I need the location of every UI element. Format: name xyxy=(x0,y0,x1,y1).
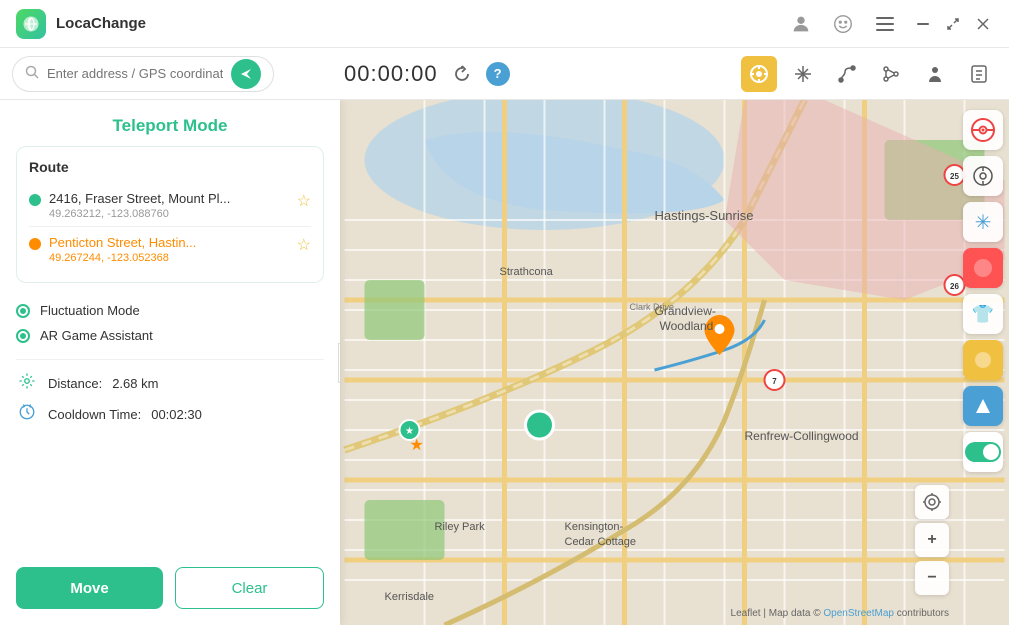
emoji-button[interactable] xyxy=(829,10,857,38)
fluctuation-mode-option[interactable]: Fluctuation Mode xyxy=(16,303,324,318)
search-send-button[interactable] xyxy=(231,59,261,89)
ar-game-option[interactable]: AR Game Assistant xyxy=(16,328,324,343)
help-button[interactable]: ? xyxy=(486,62,510,86)
move-button[interactable]: Move xyxy=(16,567,163,609)
branch-mode-button[interactable] xyxy=(873,56,909,92)
zoom-in-button[interactable]: + xyxy=(915,523,949,557)
pokeball-button[interactable] xyxy=(963,110,1003,150)
cooldown-item: Cooldown Time: 00:02:30 xyxy=(16,403,324,426)
route-from-dot xyxy=(29,194,41,206)
map-attribution: Leaflet | Map data © OpenStreetMap contr… xyxy=(731,608,949,619)
svg-text:Cedar Cottage: Cedar Cottage xyxy=(565,536,637,548)
action-buttons: Move Clear xyxy=(0,551,340,625)
divider-1 xyxy=(16,359,324,360)
fluctuation-mode-label: Fluctuation Mode xyxy=(40,303,140,318)
title-bar-left: LocaChange xyxy=(16,9,146,39)
route-to-coords: 49.267244, -123.052368 xyxy=(49,252,289,264)
ar-game-dot xyxy=(16,329,30,343)
distance-icon xyxy=(16,372,38,395)
avatar-button[interactable] xyxy=(787,10,815,38)
toggle-button[interactable] xyxy=(963,432,1003,472)
route-from-star-button[interactable]: ☆ xyxy=(297,191,311,211)
map-data-credit: | Map data © xyxy=(763,608,823,619)
timer-display: 00:00:00 xyxy=(344,61,438,87)
route-from-coords: 49.263212, -123.088760 xyxy=(49,208,289,220)
left-panel: ‹ Teleport Mode Route 2416, Fraser Stree… xyxy=(0,100,340,625)
leaflet-credit: Leaflet xyxy=(731,608,761,619)
cooldown-label: Cooldown Time: xyxy=(48,407,141,422)
map-controls: + − xyxy=(915,485,949,595)
osm-link[interactable]: OpenStreetMap xyxy=(823,608,894,619)
panel-collapse-button[interactable]: ‹ xyxy=(338,343,340,383)
move-mode-button[interactable] xyxy=(785,56,821,92)
svg-text:7: 7 xyxy=(772,377,777,386)
svg-text:Hastings-Sunrise: Hastings-Sunrise xyxy=(655,208,754,223)
minimize-button[interactable] xyxy=(913,14,933,34)
route-to-item: Penticton Street, Hastin... 49.267244, -… xyxy=(29,226,311,270)
distance-label: Distance: xyxy=(48,376,102,391)
search-container xyxy=(12,56,274,92)
svg-text:Strathcona: Strathcona xyxy=(500,266,554,278)
fluctuation-mode-dot xyxy=(16,304,30,318)
svg-text:Renfrew-Collingwood: Renfrew-Collingwood xyxy=(745,429,859,443)
menu-button[interactable] xyxy=(871,10,899,38)
svg-text:Riley Park: Riley Park xyxy=(435,521,486,533)
svg-text:Kerrisdale: Kerrisdale xyxy=(385,591,435,603)
teleport-mode-button[interactable] xyxy=(741,56,777,92)
close-button[interactable] xyxy=(973,14,993,34)
potion-button[interactable] xyxy=(963,340,1003,380)
zoom-out-button[interactable]: − xyxy=(915,561,949,595)
map-container[interactable]: ★ ★ Hastings-Sunrise Grandview- Woodland… xyxy=(340,100,1009,625)
ar-game-label: AR Game Assistant xyxy=(40,328,153,343)
compass-button[interactable] xyxy=(963,156,1003,196)
timer-refresh-button[interactable] xyxy=(448,60,476,88)
options-section: Fluctuation Mode AR Game Assistant xyxy=(0,293,340,353)
contributors-text: contributors xyxy=(897,608,949,619)
route-from-text: 2416, Fraser Street, Mount Pl... 49.2632… xyxy=(49,191,289,220)
title-bar-right xyxy=(787,10,993,38)
cooldown-icon xyxy=(16,403,38,426)
svg-text:★: ★ xyxy=(405,426,414,437)
route-from-name: 2416, Fraser Street, Mount Pl... xyxy=(49,191,289,206)
right-sidebar: ✳ 👕 xyxy=(957,100,1009,625)
svg-text:Woodland: Woodland xyxy=(660,319,714,333)
search-icon xyxy=(25,65,39,82)
svg-text:★: ★ xyxy=(410,437,424,454)
info-section: Distance: 2.68 km Cooldown Time: 00:02:3… xyxy=(0,366,340,432)
main-content: ‹ Teleport Mode Route 2416, Fraser Stree… xyxy=(0,100,1009,625)
app-title: LocaChange xyxy=(56,15,146,32)
route-to-text: Penticton Street, Hastin... 49.267244, -… xyxy=(49,235,289,264)
toolbar-right xyxy=(741,56,997,92)
toggle-switch xyxy=(965,442,1001,462)
svg-text:Kensington-: Kensington- xyxy=(565,521,624,533)
maximize-button[interactable] xyxy=(943,14,963,34)
snowflake-button[interactable]: ✳ xyxy=(963,202,1003,242)
arrow-button[interactable] xyxy=(963,386,1003,426)
route-to-star-button[interactable]: ☆ xyxy=(297,235,311,255)
person-mode-button[interactable] xyxy=(917,56,953,92)
distance-item: Distance: 2.68 km xyxy=(16,372,324,395)
search-input[interactable] xyxy=(47,66,223,81)
shirt-button[interactable]: 👕 xyxy=(963,294,1003,334)
toolbar: 00:00:00 ? xyxy=(0,48,1009,100)
red-circle-button[interactable] xyxy=(963,248,1003,288)
distance-value: 2.68 km xyxy=(112,376,158,391)
history-button[interactable] xyxy=(961,56,997,92)
route-from-item: 2416, Fraser Street, Mount Pl... 49.2632… xyxy=(29,185,311,226)
svg-text:Clark Drive: Clark Drive xyxy=(630,302,675,312)
clear-button[interactable]: Clear xyxy=(175,567,324,609)
route-section: Route 2416, Fraser Street, Mount Pl... 4… xyxy=(16,146,324,283)
panel-title: Teleport Mode xyxy=(0,100,340,146)
route-label: Route xyxy=(29,159,311,175)
title-bar: LocaChange xyxy=(0,0,1009,48)
window-controls xyxy=(913,14,993,34)
route-mode-button[interactable] xyxy=(829,56,865,92)
route-to-name: Penticton Street, Hastin... xyxy=(49,235,289,250)
locate-button[interactable] xyxy=(915,485,949,519)
timer-section: 00:00:00 ? xyxy=(344,60,510,88)
cooldown-value: 00:02:30 xyxy=(151,407,202,422)
route-to-dot xyxy=(29,238,41,250)
app-logo xyxy=(16,9,46,39)
